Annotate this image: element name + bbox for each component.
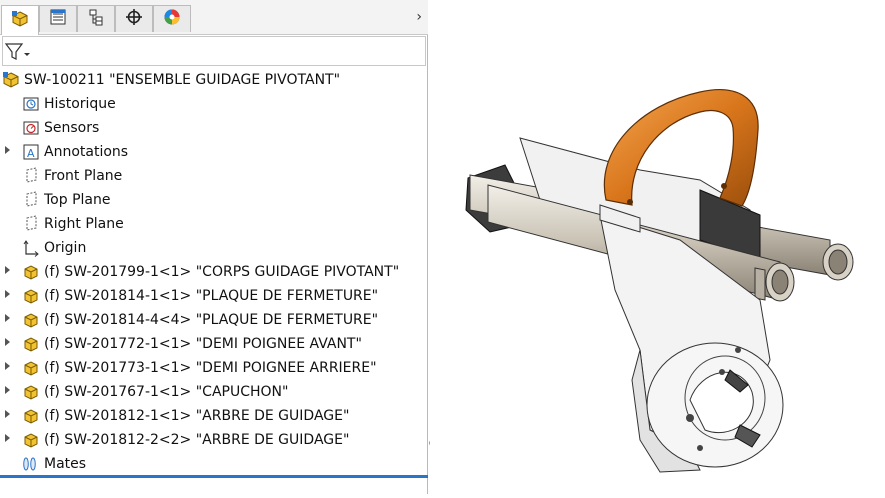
history-icon xyxy=(22,95,40,113)
tree-item-front-plane[interactable]: Front Plane xyxy=(22,164,122,188)
dimxpert-manager-icon xyxy=(125,8,143,30)
plane-icon xyxy=(22,215,40,233)
tree-item-component[interactable]: (f) SW-201814-4<4> "PLAQUE DE FERMETURE" xyxy=(0,308,420,332)
tree-item-top-plane[interactable]: Top Plane xyxy=(22,188,110,212)
tree-item-sensors[interactable]: Sensors xyxy=(22,116,99,140)
part-icon xyxy=(22,359,40,377)
svg-text:A: A xyxy=(27,147,35,160)
part-icon xyxy=(22,311,40,329)
tree-item-label: Annotations xyxy=(44,144,129,160)
tree-item-label: Top Plane xyxy=(44,192,111,208)
tree-item-component[interactable]: (f) SW-201773-1<1> "DEMI POIGNEE ARRIERE… xyxy=(0,356,420,380)
part-icon xyxy=(22,287,40,305)
filter-icon[interactable] xyxy=(4,42,31,66)
plane-icon xyxy=(22,167,40,185)
configuration-manager-icon xyxy=(87,8,105,30)
tree-item-component[interactable]: (f) SW-201772-1<1> "DEMI POIGNEE AVANT" xyxy=(0,332,420,356)
expand-arrow-icon[interactable] xyxy=(5,290,10,298)
panel-bottom-accent xyxy=(0,475,428,478)
assembly-icon xyxy=(2,71,20,89)
tree-root-label: SW-100211 "ENSEMBLE GUIDAGE PIVOTANT" xyxy=(24,72,341,88)
sensors-icon xyxy=(22,119,40,137)
tab-dimxpert-manager[interactable] xyxy=(115,5,153,32)
tree-item-component[interactable]: (f) SW-201812-1<1> "ARBRE DE GUIDAGE" xyxy=(0,404,420,428)
expand-arrow-icon[interactable] xyxy=(5,410,10,418)
tree-item-label: (f) SW-201772-1<1> "DEMI POIGNEE AVANT" xyxy=(44,336,362,352)
origin-icon xyxy=(22,239,40,257)
plane-icon xyxy=(22,191,40,209)
expand-arrow-icon[interactable] xyxy=(5,362,10,370)
tree-item-label: Mates xyxy=(44,456,87,472)
tree-item-mates[interactable]: Mates xyxy=(22,452,86,476)
tree-item-label: (f) SW-201812-1<1> "ARBRE DE GUIDAGE" xyxy=(44,408,350,424)
part-icon xyxy=(22,263,40,281)
tree-item-component[interactable]: (f) SW-201767-1<1> "CAPUCHON" xyxy=(0,380,420,404)
part-icon xyxy=(22,431,40,449)
tab-property-manager[interactable] xyxy=(39,5,77,32)
tree-item-origin[interactable]: Origin xyxy=(22,236,86,260)
part-icon xyxy=(22,407,40,425)
tree-item-label: Right Plane xyxy=(44,216,124,232)
tree-root-assembly[interactable]: SW-100211 "ENSEMBLE GUIDAGE PIVOTANT" xyxy=(2,68,340,92)
tree-item-annotations[interactable]: A Annotations xyxy=(0,140,300,164)
tree-item-component[interactable]: (f) SW-201799-1<1> "CORPS GUIDAGE PIVOTA… xyxy=(0,260,420,284)
expand-arrow-icon[interactable] xyxy=(5,386,10,394)
tree-item-label: (f) SW-201799-1<1> "CORPS GUIDAGE PIVOTA… xyxy=(44,264,400,280)
tree-item-label: (f) SW-201814-4<4> "PLAQUE DE FERMETURE" xyxy=(44,312,379,328)
tree-item-label: (f) SW-201773-1<1> "DEMI POIGNEE ARRIERE… xyxy=(44,360,377,376)
mates-icon xyxy=(22,455,40,473)
expand-arrow-icon[interactable] xyxy=(5,266,10,274)
tree-item-label: Origin xyxy=(44,240,87,256)
tree-item-component[interactable]: (f) SW-201812-2<2> "ARBRE DE GUIDAGE" xyxy=(0,428,420,452)
part-icon xyxy=(22,335,40,353)
tree-item-label: (f) SW-201767-1<1> "CAPUCHON" xyxy=(44,384,289,400)
tree-item-label: Sensors xyxy=(44,120,100,136)
tree-item-historique[interactable]: Historique xyxy=(22,92,116,116)
expand-arrow-icon[interactable] xyxy=(5,146,10,154)
feature-manager-panel: › SW-100211 "ENSEMBLE GUIDAGE PIVOTANT" … xyxy=(0,0,428,494)
expand-arrow-icon[interactable] xyxy=(5,338,10,346)
tab-feature-manager[interactable] xyxy=(1,5,39,35)
tree-item-label: Historique xyxy=(44,96,116,112)
property-manager-icon xyxy=(49,8,67,30)
expand-arrow-icon[interactable] xyxy=(5,434,10,442)
display-manager-icon xyxy=(163,8,181,30)
tree-item-label: Front Plane xyxy=(44,168,123,184)
graphics-viewport[interactable] xyxy=(430,0,885,494)
manager-tab-bar: › xyxy=(0,0,428,35)
tabs-more-arrow[interactable]: › xyxy=(416,9,422,25)
tree-item-right-plane[interactable]: Right Plane xyxy=(22,212,124,236)
expand-arrow-icon[interactable] xyxy=(5,314,10,322)
tab-configuration-manager[interactable] xyxy=(77,5,115,32)
part-icon xyxy=(22,383,40,401)
tree-item-label: (f) SW-201812-2<2> "ARBRE DE GUIDAGE" xyxy=(44,432,350,448)
feature-manager-icon xyxy=(11,10,29,32)
annotations-icon: A xyxy=(22,143,40,161)
tree-item-label: (f) SW-201814-1<1> "PLAQUE DE FERMETURE" xyxy=(44,288,379,304)
filter-bar[interactable] xyxy=(2,36,426,66)
assembly-model-render xyxy=(465,89,854,473)
tab-display-manager[interactable] xyxy=(153,5,191,32)
tree-item-component[interactable]: (f) SW-201814-1<1> "PLAQUE DE FERMETURE" xyxy=(0,284,420,308)
